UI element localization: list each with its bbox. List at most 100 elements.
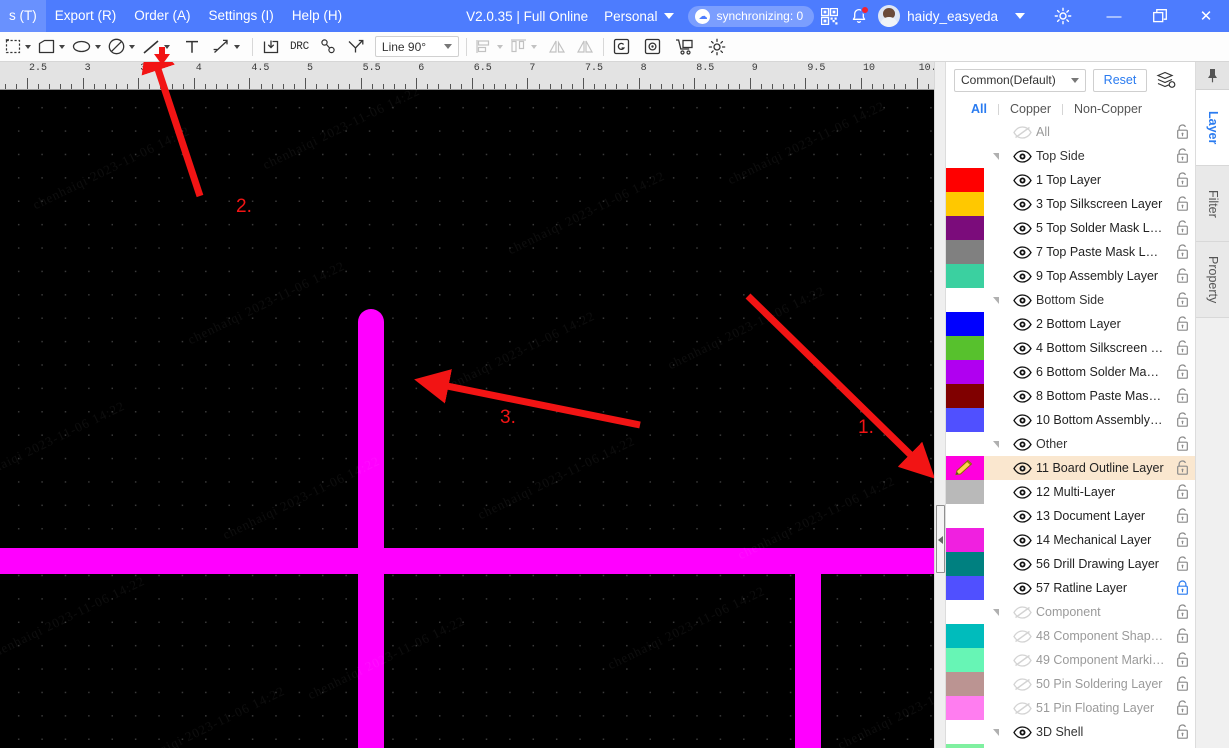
layer-row[interactable]: 6 Bottom Solder Mask Layer [946,360,1195,384]
layer-filter-tab-all[interactable]: All [960,102,998,116]
reset-button[interactable]: Reset [1093,68,1147,92]
canvas-scrollbar-thumb[interactable] [936,505,945,573]
qr-code-icon[interactable] [814,0,844,32]
layer-row[interactable]: 11 Board Outline Layer [946,456,1195,480]
lock-open-icon[interactable] [1169,340,1195,356]
eye-visible-icon[interactable] [1008,461,1036,475]
rail-tab-filter[interactable]: Filter [1196,166,1229,242]
toolbar-settings-gear-icon[interactable] [706,34,728,60]
expand-collapse-triangle-icon[interactable] [984,152,1008,160]
eye-visible-icon[interactable] [1008,413,1036,427]
eye-visible-icon[interactable] [1008,509,1036,523]
layer-color-swatch[interactable] [946,744,984,748]
layer-preset-select[interactable]: Common(Default) [954,68,1086,92]
layer-filter-tab-non-copper[interactable]: Non-Copper [1063,102,1153,116]
lock-open-icon[interactable] [1169,652,1195,668]
menu-item-order[interactable]: Order (A) [125,0,199,32]
eye-visible-icon[interactable] [1008,725,1036,739]
pin-icon[interactable] [1196,62,1229,90]
layer-color-swatch[interactable] [946,192,984,216]
layer-color-swatch[interactable] [946,168,984,192]
polygon-tool-icon[interactable] [36,34,57,60]
layer-color-swatch[interactable] [946,696,984,720]
layer-row[interactable]: 8 Bottom Paste Mask Layer [946,384,1195,408]
layer-row[interactable] [946,744,1195,748]
layer-color-swatch[interactable] [946,648,984,672]
layer-settings-icon[interactable] [1154,71,1178,89]
restore-button[interactable] [1137,0,1183,32]
user-menu-chevron-down-icon[interactable] [1005,0,1035,32]
layer-row[interactable]: 5 Top Solder Mask Layer [946,216,1195,240]
layer-color-swatch[interactable] [946,360,984,384]
eye-hidden-icon[interactable] [1008,605,1036,619]
horizontal-ruler[interactable]: 2.5 3 3.5 4 4.5 5 5.5 6 6.5 7 7.5 8 8.5 9 9.5 10 10.5 [0,62,934,90]
layer-row[interactable]: 57 Ratline Layer [946,576,1195,600]
eye-hidden-icon[interactable] [1008,701,1036,715]
layer-row[interactable]: 2 Bottom Layer [946,312,1195,336]
layer-row[interactable]: 56 Drill Drawing Layer [946,552,1195,576]
prohibited-area-chevron-down-icon[interactable] [129,44,135,49]
layer-color-swatch[interactable] [946,576,984,600]
lock-open-icon[interactable] [1169,460,1195,476]
lock-open-icon[interactable] [1169,148,1195,164]
layer-filter-tab-copper[interactable]: Copper [999,102,1062,116]
layer-color-swatch[interactable] [946,456,984,480]
order-cart-icon[interactable] [673,34,696,60]
lock-open-icon[interactable] [1169,364,1195,380]
lock-open-icon[interactable] [1169,484,1195,500]
layer-color-swatch[interactable] [946,480,984,504]
layer-row[interactable]: Top Side [946,144,1195,168]
eye-visible-icon[interactable] [1008,389,1036,403]
via-tool-icon[interactable] [317,34,339,60]
dimension-chevron-down-icon[interactable] [234,44,240,49]
layer-list[interactable]: All Top Side 1 Top Layer 3 Top Silkscreen L… [946,120,1195,748]
eye-visible-icon[interactable] [1008,365,1036,379]
layer-color-swatch[interactable] [946,408,984,432]
lock-open-icon[interactable] [1169,268,1195,284]
layer-color-swatch[interactable] [946,384,984,408]
eye-visible-icon[interactable] [1008,557,1036,571]
eye-visible-icon[interactable] [1008,485,1036,499]
lock-open-icon[interactable] [1169,388,1195,404]
layer-color-swatch[interactable] [946,264,984,288]
rail-tab-layer[interactable]: Layer [1196,90,1229,166]
expand-collapse-triangle-icon[interactable] [984,608,1008,616]
layer-color-swatch[interactable] [946,552,984,576]
layer-row[interactable]: 1 Top Layer [946,168,1195,192]
lock-open-icon[interactable] [1169,532,1195,548]
layer-row[interactable]: Component [946,600,1195,624]
eye-hidden-icon[interactable] [1008,125,1036,139]
lock-closed-icon[interactable] [1169,580,1195,596]
polygon-chevron-down-icon[interactable] [59,44,65,49]
layer-color-swatch[interactable] [946,624,984,648]
eye-visible-icon[interactable] [1008,317,1036,331]
eye-visible-icon[interactable] [1008,533,1036,547]
notification-bell-icon[interactable] [844,0,874,32]
eye-visible-icon[interactable] [1008,221,1036,235]
eye-visible-icon[interactable] [1008,293,1036,307]
menu-item-settings[interactable]: Settings (I) [200,0,283,32]
lock-open-icon[interactable] [1169,628,1195,644]
eye-hidden-icon[interactable] [1008,653,1036,667]
layer-color-swatch[interactable] [946,504,984,528]
line-mode-select[interactable]: Line 90° [374,36,459,57]
layer-row[interactable]: 4 Bottom Silkscreen Layer [946,336,1195,360]
layer-row[interactable]: Other [946,432,1195,456]
layer-row[interactable]: 14 Mechanical Layer [946,528,1195,552]
eye-visible-icon[interactable] [1008,581,1036,595]
lock-open-icon[interactable] [1169,244,1195,260]
pcb-board-canvas[interactable]: chenhaiqi 2023-11-06 14:22 chenhaiqi 202… [0,83,934,748]
eye-visible-icon[interactable] [1008,437,1036,451]
layer-row[interactable]: 9 Top Assembly Layer [946,264,1195,288]
eye-visible-icon[interactable] [1008,149,1036,163]
layer-color-swatch[interactable] [946,672,984,696]
layer-row[interactable]: 51 Pin Floating Layer [946,696,1195,720]
layer-color-swatch[interactable] [946,240,984,264]
sync-status-pill[interactable]: ☁ synchronizing: 0 [688,5,815,27]
canvas-vertical-scrollbar[interactable] [934,62,945,748]
eye-visible-icon[interactable] [1008,269,1036,283]
layer-color-swatch[interactable] [946,336,984,360]
menu-item-tools[interactable]: s (T) [0,0,46,32]
layer-row[interactable]: 12 Multi-Layer [946,480,1195,504]
lock-open-icon[interactable] [1169,700,1195,716]
